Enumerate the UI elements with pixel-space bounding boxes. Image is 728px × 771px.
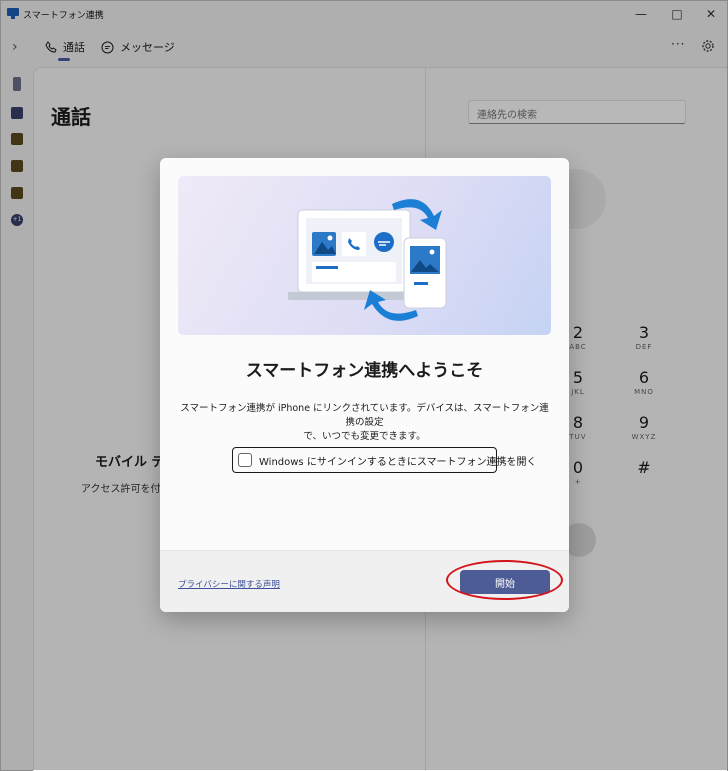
laptop-phone-sync-illustration — [288, 199, 447, 321]
dialog-title: スマートフォン連携へようこそ — [245, 361, 484, 381]
open-on-signin-checkbox-row[interactable]: Windows にサインインするときにスマートフォン連携を開く — [232, 447, 537, 473]
dialog-body-line-1: スマートフォン連携が iPhone にリンクされています。デバイスは、スマートフ… — [180, 403, 549, 428]
open-on-signin-label: Windows にサインインするときにスマートフォン連携を開く — [259, 456, 537, 468]
dialog-body: スマートフォン連携が iPhone にリンクされています。デバイスは、スマートフ… — [180, 402, 549, 444]
welcome-illustration — [178, 176, 551, 335]
privacy-statement-link[interactable]: プライバシーに関する声明 — [178, 578, 280, 590]
welcome-dialog: スマートフォン連携へようこそ スマートフォン連携が iPhone にリンクされて… — [160, 158, 569, 612]
dialog-body-line-2: で、いつでも変更できます。 — [303, 431, 426, 442]
open-on-signin-checkbox[interactable] — [238, 453, 252, 467]
highlight-annotation-ring — [446, 560, 563, 600]
